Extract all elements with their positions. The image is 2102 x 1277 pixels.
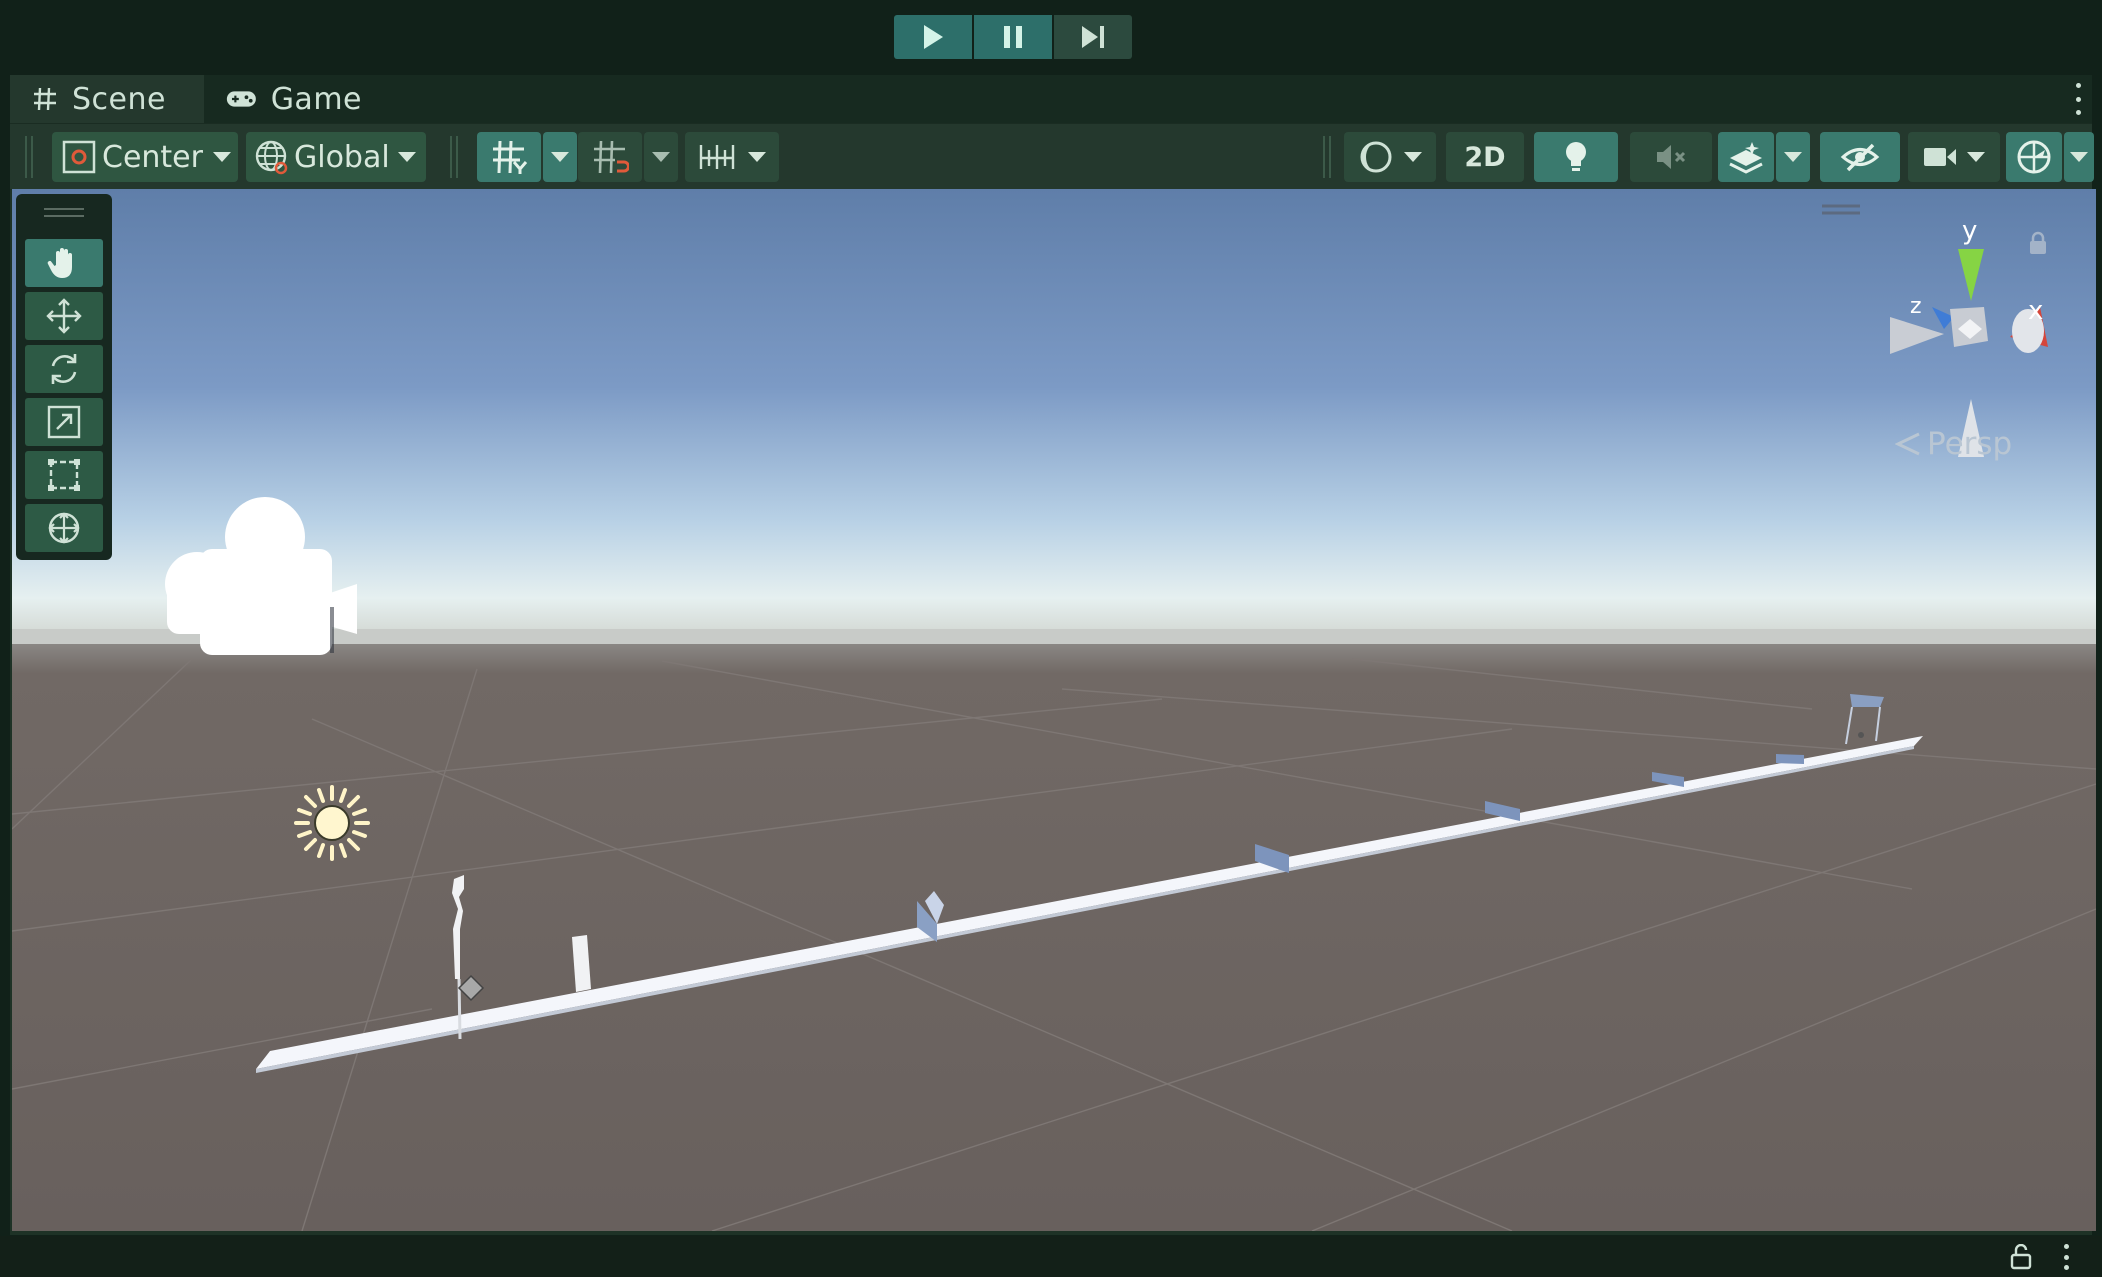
grid-visibility-button[interactable] [477,132,541,182]
snap-increment-button[interactable] [578,132,642,182]
chevron-down-icon [2070,152,2088,162]
projection-toggle[interactable]: Persp [1895,426,2012,462]
pause-icon [1004,26,1022,48]
scene-toolbar: Center Global 2D [10,123,2094,190]
play-icon [924,25,943,49]
shading-mode-icon [1360,141,1392,173]
rect-transform-icon [48,459,80,491]
scene-viewport[interactable]: y x z [12,189,2096,1231]
increment-snap-dropdown[interactable] [685,132,779,182]
scale-icon [47,405,81,439]
tab-game[interactable]: Game [204,75,384,123]
panel-tab-bar: Scene Game [10,75,2092,123]
eye-hidden-icon [1840,143,1880,172]
palette-grip[interactable] [44,208,84,210]
toggle-2d-label: 2D [1464,141,1506,173]
ruler-ticks-icon [699,145,735,169]
audio-mute-icon [1657,145,1686,169]
video-camera-icon [1924,148,1956,166]
pivot-mode-dropdown[interactable]: Center [52,132,238,182]
chevron-down-icon [397,152,416,162]
pause-button[interactable] [974,15,1052,59]
play-button[interactable] [894,15,972,59]
kebab-dot-icon [2063,1265,2069,1270]
scene-effects-button[interactable] [1718,132,1774,182]
chevron-down-icon [212,152,231,162]
camera-gizmo-shadow [330,607,334,653]
draw-mode-dropdown[interactable] [1344,132,1436,182]
scene-lighting-toggle[interactable] [1534,132,1618,182]
step-button[interactable] [1054,15,1132,59]
scene-render: y x z [12,189,2096,1231]
kebab-dot-icon [2075,83,2081,88]
status-bar [0,1236,2102,1277]
rect-tool-button[interactable] [25,451,103,499]
hand-tool-button[interactable] [25,239,103,287]
scene-visibility-toggle[interactable] [1820,132,1900,182]
axis-z-label: z [1910,294,1922,319]
toggle-2d-button[interactable]: 2D [1446,132,1524,182]
transform-tool-button[interactable] [25,504,103,552]
projection-label: Persp [1927,426,2013,462]
sun-light-icon [294,785,370,861]
transform-all-icon [48,512,80,544]
status-menu-button[interactable] [2062,1244,2070,1270]
chevron-down-icon [1967,152,1985,162]
gizmos-toggle[interactable] [2006,132,2062,182]
grid-snap-icon [493,140,528,174]
grid-options-dropdown[interactable] [543,132,577,182]
panel-menu-button[interactable] [2074,83,2082,115]
transform-tool-palette [16,194,112,560]
rotate-tool-button[interactable] [25,345,103,393]
pivot-center-icon [62,140,96,174]
snap-settings-dropdown[interactable] [644,132,678,182]
gamepad-icon [226,91,256,107]
toolbar-grip[interactable] [1323,136,1331,178]
toolbar-grip[interactable] [450,136,458,178]
layers-effects-icon [1729,142,1763,174]
axis-y-label: y [1962,216,1977,246]
gizmos-dropdown[interactable] [2064,132,2094,182]
chevron-down-icon [1404,152,1422,162]
move-arrows-icon [46,298,82,334]
unlock-icon[interactable] [2010,1244,2032,1270]
kebab-dot-icon [2063,1244,2069,1249]
kebab-dot-icon [2075,110,2081,115]
move-tool-button[interactable] [25,292,103,340]
hand-icon [47,248,72,278]
tab-scene-label: Scene [72,81,166,117]
step-forward-icon [1082,26,1104,48]
rotate-icon [51,354,77,384]
tab-game-label: Game [270,81,362,117]
globe-icon [255,140,288,175]
tab-scene[interactable]: Scene [10,75,204,123]
scene-camera-dropdown[interactable] [1908,132,2000,182]
playmode-controls [894,15,1132,59]
axis-x-label: x [2028,296,2043,326]
toolbar-grip[interactable] [25,136,33,178]
pivot-space-dropdown[interactable]: Global [246,132,426,182]
kebab-dot-icon [2075,96,2081,102]
gizmo-sphere-icon [2017,140,2051,174]
lightbulb-icon [1566,142,1586,171]
perspective-chevron-icon [1895,432,1920,456]
scene-effects-dropdown[interactable] [1776,132,1810,182]
chevron-down-icon [1784,152,1802,162]
chevron-down-icon [748,152,766,162]
scene-audio-toggle[interactable] [1630,132,1712,182]
chevron-down-icon [551,152,569,162]
grid-magnet-icon [594,140,629,174]
pivot-mode-label: Center [102,139,203,175]
grid-hash-icon [34,87,56,111]
kebab-dot-icon [2063,1254,2069,1260]
pivot-space-label: Global [294,139,390,175]
scale-tool-button[interactable] [25,398,103,446]
chevron-down-icon [652,152,670,162]
track-obstacle [1776,754,1804,764]
